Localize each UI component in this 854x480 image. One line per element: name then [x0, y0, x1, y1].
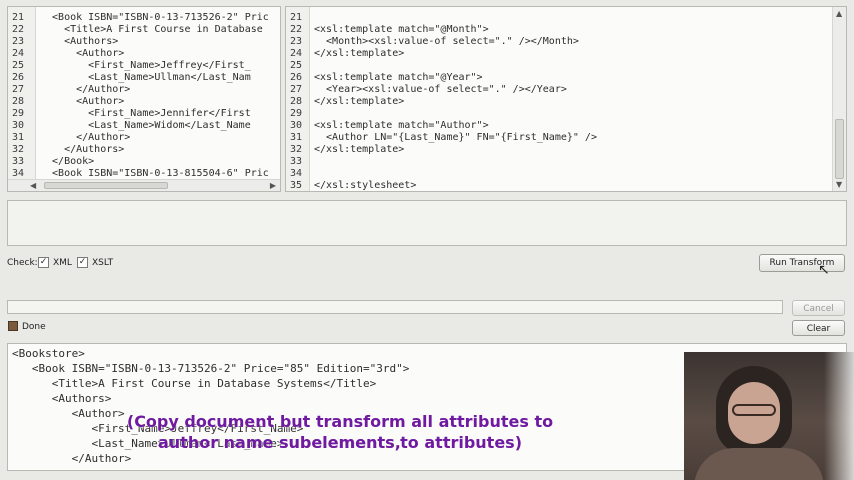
- xslt-checkbox[interactable]: ✓: [77, 257, 88, 268]
- code-line: </xsl:stylesheet>: [314, 180, 417, 191]
- code-line: <xsl:template match="Author">: [314, 120, 489, 131]
- xml-editor[interactable]: 21 <Book ISBN="ISBN-0-13-713526-2" Pric 2…: [7, 6, 281, 192]
- line-number: 34: [290, 168, 303, 179]
- line-number: 26: [12, 72, 25, 83]
- code-line: <Last_Name>Widom</Last_Name: [40, 120, 251, 131]
- code-line: <Author>: [40, 48, 125, 59]
- code-line: <Book ISBN="ISBN-0-13-713526-2" Pric: [40, 12, 269, 23]
- scroll-left-icon[interactable]: ◀: [30, 181, 36, 190]
- line-number: 23: [290, 36, 303, 47]
- line-number: 24: [12, 48, 25, 59]
- code-line: </Book>: [40, 156, 95, 167]
- line-number: 27: [290, 84, 303, 95]
- scroll-right-icon[interactable]: ▶: [270, 181, 276, 190]
- code-line: <Author>: [40, 96, 125, 107]
- line-number: 29: [12, 108, 25, 119]
- line-number: 33: [290, 156, 303, 167]
- progress-bar: [7, 300, 783, 314]
- line-number: 32: [290, 144, 303, 155]
- message-area: [7, 200, 847, 246]
- background-light: [824, 352, 854, 480]
- scroll-up-icon[interactable]: ▲: [836, 9, 842, 18]
- line-number: 21: [290, 12, 303, 23]
- xslt-vertical-scrollbar[interactable]: ▲ ▼: [832, 7, 846, 191]
- line-number: 26: [290, 72, 303, 83]
- code-line: <Last_Name>Ullman</Last_Nam: [40, 72, 251, 83]
- code-line: </xsl:template>: [314, 48, 405, 59]
- output-line: <Title>A First Course in Database System…: [12, 377, 377, 390]
- line-number: 27: [12, 84, 25, 95]
- line-number: 28: [290, 96, 303, 107]
- output-line: <Authors>: [12, 392, 112, 405]
- xml-checkbox[interactable]: ✓: [38, 257, 49, 268]
- clear-button[interactable]: Clear: [792, 320, 845, 336]
- code-line: </Authors>: [40, 144, 125, 155]
- webcam-video: [684, 352, 854, 480]
- line-number: 30: [12, 120, 25, 131]
- xml-checkbox-label[interactable]: XML: [53, 258, 72, 268]
- code-line: <Author LN="{Last_Name}" FN="{First_Name…: [314, 132, 597, 143]
- xml-horizontal-scrollbar[interactable]: ◀ ▶: [8, 179, 280, 191]
- line-number: 23: [12, 36, 25, 47]
- code-line: </Author>: [40, 84, 131, 95]
- code-line: <Title>A First Course in Database: [40, 24, 263, 35]
- output-line: <Book ISBN="ISBN-0-13-713526-2" Price="8…: [12, 362, 410, 375]
- code-line: <Year><xsl:value-of select="." /></Year>: [314, 84, 567, 95]
- line-number: 31: [12, 132, 25, 143]
- status-icon: [8, 321, 18, 331]
- cancel-button[interactable]: Cancel: [792, 300, 845, 316]
- run-transform-button[interactable]: Run Transform: [759, 254, 845, 272]
- line-number: 30: [290, 120, 303, 131]
- xslt-vscroll-thumb[interactable]: [835, 119, 844, 179]
- scroll-down-icon[interactable]: ▼: [836, 180, 842, 189]
- xml-hscroll-thumb[interactable]: [44, 182, 168, 189]
- code-line: <First_Name>Jennifer</First: [40, 108, 251, 119]
- code-line: <xsl:template match="@Month">: [314, 24, 489, 35]
- code-line: </xsl:template>: [314, 144, 405, 155]
- xslt-checkbox-label[interactable]: XSLT: [92, 258, 113, 268]
- line-number: 33: [12, 156, 25, 167]
- code-line: <First_Name>Jeffrey</First_: [40, 60, 251, 71]
- check-label: Check:: [7, 258, 38, 268]
- code-line: <Authors>: [40, 36, 119, 47]
- line-number: 22: [290, 24, 303, 35]
- output-line: <Bookstore>: [12, 347, 85, 360]
- line-number: 29: [290, 108, 303, 119]
- output-line: <Author>: [12, 407, 125, 420]
- line-number: 34: [12, 168, 25, 179]
- line-number: 25: [290, 60, 303, 71]
- line-number: 31: [290, 132, 303, 143]
- output-line: </Author>: [12, 452, 132, 465]
- line-number: 22: [12, 24, 25, 35]
- xslt-editor[interactable]: 21 22 <xsl:template match="@Month"> 23 <Mon…: [285, 6, 847, 192]
- line-number: 28: [12, 96, 25, 107]
- code-line: </xsl:template>: [314, 96, 405, 107]
- line-number: 32: [12, 144, 25, 155]
- status-text: Done: [22, 322, 46, 332]
- presenter-glasses: [732, 404, 776, 416]
- code-line: </Author>: [40, 132, 131, 143]
- line-number: 25: [12, 60, 25, 71]
- code-line: <Month><xsl:value-of select="." /></Mont…: [314, 36, 579, 47]
- caption-line-2: author name subelements to attributes): [157, 433, 523, 452]
- line-number: 24: [290, 48, 303, 59]
- code-line: <xsl:template match="@Year">: [314, 72, 483, 83]
- mouse-cursor-icon: ↖: [818, 262, 830, 278]
- line-number: 21: [12, 12, 25, 23]
- presenter-body: [694, 448, 824, 480]
- line-number: 35: [290, 180, 303, 191]
